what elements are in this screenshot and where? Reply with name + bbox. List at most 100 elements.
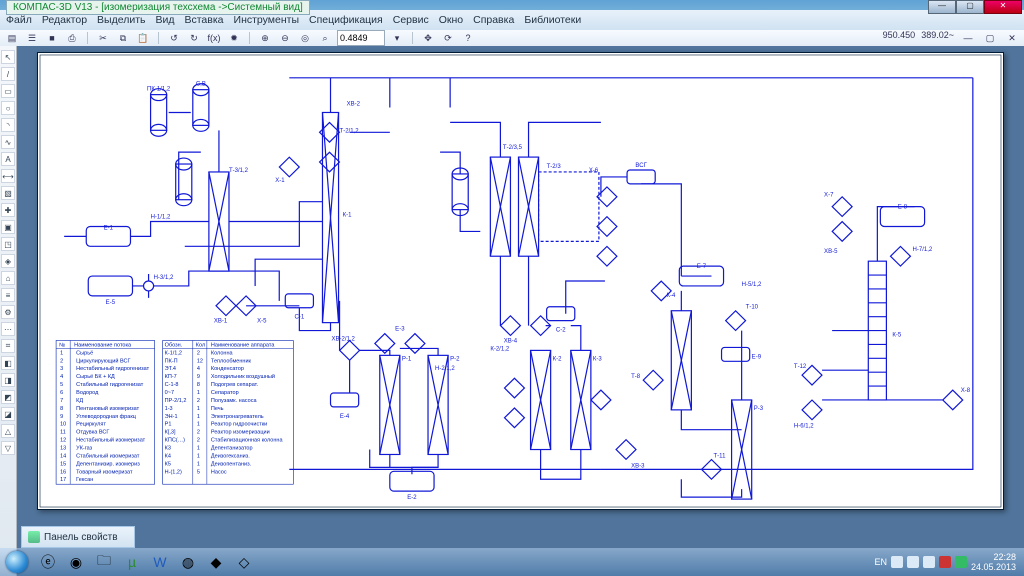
mdi-close-icon[interactable]: ✕ (1004, 30, 1020, 46)
zoom-all-icon[interactable]: ◎ (297, 30, 313, 46)
taskbar-app-kompas-icon[interactable]: ◇ (230, 550, 258, 574)
taskbar-clock[interactable]: 22:28 24.05.2013 (971, 552, 1016, 572)
tool-g-icon[interactable]: ⋯ (1, 322, 15, 336)
tray-action-icon[interactable] (939, 556, 951, 568)
menu-window[interactable]: Окно (439, 14, 463, 26)
zoom-window-icon[interactable]: ⌕ (317, 30, 333, 46)
dimension-icon[interactable]: ⟷ (1, 169, 15, 183)
tray-volume-icon[interactable] (923, 556, 935, 568)
taskbar-app-cad-icon[interactable]: ◆ (202, 550, 230, 574)
close-button[interactable]: ✕ (984, 0, 1022, 14)
svg-text:Реактор изомеризации: Реактор изомеризации (211, 430, 270, 436)
svg-text:1: 1 (197, 453, 200, 459)
menu-view[interactable]: Вид (155, 14, 174, 26)
tray-network-icon[interactable] (907, 556, 919, 568)
properties-icon (28, 531, 40, 543)
svg-text:Т-2/1,2: Т-2/1,2 (340, 128, 360, 134)
svg-text:К5: К5 (165, 461, 171, 467)
tool-h-icon[interactable]: ⌗ (1, 339, 15, 353)
svg-text:К-2: К-2 (553, 356, 563, 362)
refresh-icon[interactable]: ⟳ (440, 30, 456, 46)
symbol-icon[interactable]: ✚ (1, 203, 15, 217)
tool-e-icon[interactable]: ≡ (1, 288, 15, 302)
zoom-out-icon[interactable]: ⊖ (277, 30, 293, 46)
menu-libraries[interactable]: Библиотеки (524, 14, 581, 26)
svg-text:К-2/1,2: К-2/1,2 (490, 346, 510, 352)
tool-k-icon[interactable]: ◩ (1, 390, 15, 404)
svg-text:С-1-8: С-1-8 (165, 382, 179, 388)
circle-icon[interactable]: ○ (1, 101, 15, 115)
paste-icon[interactable]: 📋 (135, 30, 151, 46)
mdi-restore-icon[interactable]: ▢ (982, 30, 998, 46)
line-icon[interactable]: / (1, 67, 15, 81)
cut-icon[interactable]: ✂ (95, 30, 111, 46)
tool-n-icon[interactable]: ▽ (1, 441, 15, 455)
mdi-minimize-icon[interactable]: — (960, 30, 976, 46)
taskbar-app-word-icon[interactable]: W (146, 550, 174, 574)
input-lang[interactable]: EN (874, 557, 887, 567)
svg-text:Сырьё БК + КД: Сырьё БК + КД (76, 374, 115, 380)
rect-icon[interactable]: ▭ (1, 84, 15, 98)
svg-text:1: 1 (197, 446, 200, 452)
print-icon[interactable]: ⎙ (64, 30, 80, 46)
system-tray: EN 22:28 24.05.2013 (874, 552, 1022, 572)
start-button[interactable] (0, 548, 34, 576)
pan-icon[interactable]: ✥ (420, 30, 436, 46)
zoom-field[interactable] (337, 30, 385, 46)
pointer-icon[interactable]: ↖ (1, 50, 15, 64)
open-icon[interactable]: ☰ (24, 30, 40, 46)
menu-tools[interactable]: Инструменты (234, 14, 299, 26)
redo-icon[interactable]: ↻ (186, 30, 202, 46)
tool-l-icon[interactable]: ◪ (1, 407, 15, 421)
tool-m-icon[interactable]: △ (1, 424, 15, 438)
menu-service[interactable]: Сервис (393, 14, 429, 26)
svg-text:Х-8: Х-8 (961, 388, 971, 394)
save-icon[interactable]: ■ (44, 30, 60, 46)
text-icon[interactable]: A (1, 152, 15, 166)
svg-text:2: 2 (197, 438, 200, 444)
help-icon[interactable]: ? (460, 30, 476, 46)
menu-edit[interactable]: Редактор (42, 14, 87, 26)
svg-text:Полузамк. насоса: Полузамк. насоса (211, 398, 258, 404)
tool-j-icon[interactable]: ◨ (1, 373, 15, 387)
tool-f-icon[interactable]: ⚙ (1, 305, 15, 319)
minimize-button[interactable]: — (928, 0, 956, 14)
taskbar-app-utorrent-icon[interactable]: µ (118, 550, 146, 574)
lamp-icon[interactable]: ✹ (226, 30, 242, 46)
copy-icon[interactable]: ⧉ (115, 30, 131, 46)
menu-select[interactable]: Выделить (97, 14, 145, 26)
tool-a-icon[interactable]: ▣ (1, 220, 15, 234)
tray-flag-icon[interactable] (891, 556, 903, 568)
svg-text:17: 17 (60, 477, 66, 483)
tool-i-icon[interactable]: ◧ (1, 356, 15, 370)
maximize-button[interactable]: ▢ (956, 0, 984, 14)
menu-file[interactable]: Файл (6, 14, 32, 26)
drawing-canvas[interactable]: ПК-1/1,2 С,В Т-3/1,2 Е-1 Н-1/1,2 Е-5 Н (17, 46, 1024, 576)
chevron-down-icon[interactable]: ▾ (389, 30, 405, 46)
properties-panel-tab[interactable]: Панель свойств (21, 526, 135, 548)
svg-text:2: 2 (60, 358, 63, 364)
taskbar-app-ie-icon[interactable]: ⓔ (34, 550, 62, 574)
svg-text:Х-5: Х-5 (257, 319, 267, 325)
taskbar-app-explorer-icon[interactable]: 🗀 (90, 550, 118, 574)
taskbar-app-daemon-icon[interactable]: ◍ (174, 550, 202, 574)
tool-b-icon[interactable]: ◳ (1, 237, 15, 251)
hatch-icon[interactable]: ▧ (1, 186, 15, 200)
svg-text:Т-10: Т-10 (746, 305, 759, 311)
menu-spec[interactable]: Спецификация (309, 14, 383, 26)
menu-help[interactable]: Справка (473, 14, 514, 26)
menu-insert[interactable]: Вставка (184, 14, 223, 26)
formula-icon[interactable]: f(x) (206, 30, 222, 46)
undo-icon[interactable]: ↺ (166, 30, 182, 46)
zoom-in-icon[interactable]: ⊕ (257, 30, 273, 46)
svg-text:Т-2/3,5: Т-2/3,5 (503, 145, 523, 151)
new-doc-icon[interactable]: ▤ (4, 30, 20, 46)
spline-icon[interactable]: ∿ (1, 135, 15, 149)
left-toolbox: ↖ / ▭ ○ ◝ ∿ A ⟷ ▧ ✚ ▣ ◳ ◈ ⌂ ≡ ⚙ ⋯ ⌗ ◧ ◨ … (0, 46, 17, 576)
arc-icon[interactable]: ◝ (1, 118, 15, 132)
svg-text:1: 1 (60, 350, 63, 356)
tool-d-icon[interactable]: ⌂ (1, 271, 15, 285)
tool-c-icon[interactable]: ◈ (1, 254, 15, 268)
tray-app-icon[interactable] (955, 556, 967, 568)
taskbar-app-chrome-icon[interactable]: ◉ (62, 550, 90, 574)
